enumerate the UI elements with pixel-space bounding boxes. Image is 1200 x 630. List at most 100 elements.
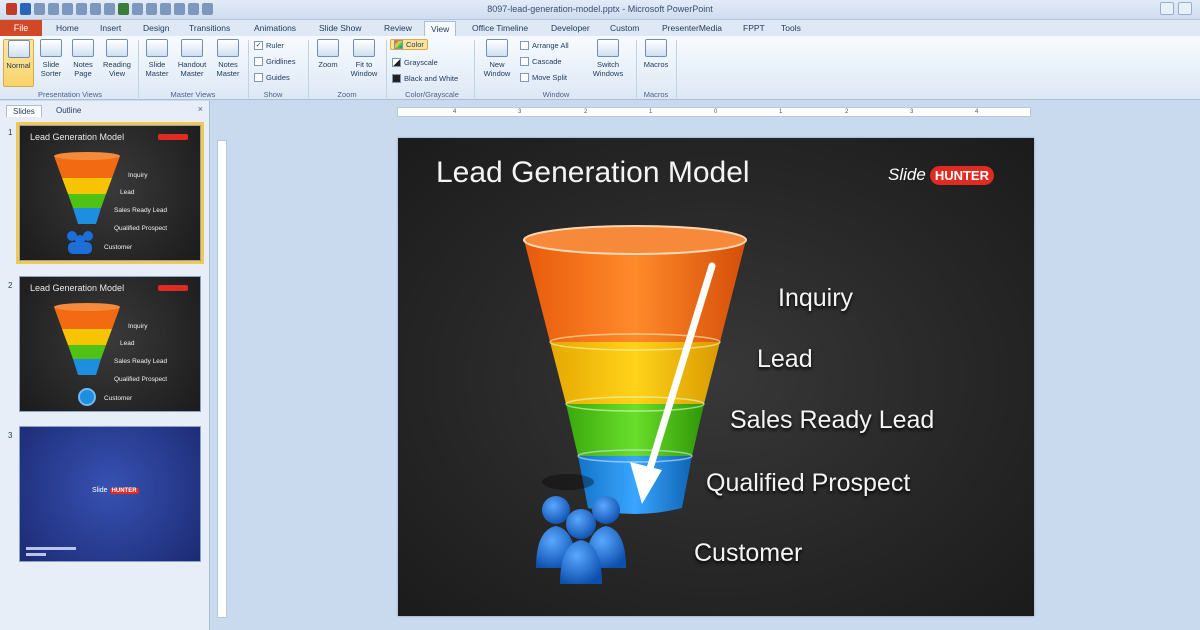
slide-number: 1 bbox=[8, 128, 13, 137]
check-icon: ✓ bbox=[254, 41, 263, 50]
minimize-button[interactable] bbox=[1160, 2, 1174, 15]
slide-thumbnail-3[interactable]: Slide HUNTER bbox=[19, 426, 201, 562]
gridlines-checkbox[interactable]: Gridlines bbox=[254, 57, 296, 66]
funnel-label-customer[interactable]: Customer bbox=[694, 539, 802, 568]
macros-button[interactable]: Macros bbox=[640, 39, 672, 69]
slide-number: 3 bbox=[8, 431, 13, 440]
slide-master-button[interactable]: Slide Master bbox=[142, 39, 172, 78]
ruler-checkbox[interactable]: ✓ Ruler bbox=[254, 41, 284, 50]
funnel-thumbnail-icon bbox=[54, 303, 120, 406]
tab-view[interactable]: View bbox=[424, 21, 457, 36]
ribbon: Normal Slide Sorter Notes Page Reading V… bbox=[0, 36, 1200, 100]
ribbon-tab-bar: File Home Insert Design Transitions Anim… bbox=[0, 20, 1200, 36]
fit-to-window-button[interactable]: Fit to Window bbox=[346, 39, 382, 78]
group-separator bbox=[138, 40, 139, 98]
fit-to-window-icon bbox=[353, 39, 375, 57]
thumbnail-title: Lead Generation Model bbox=[30, 132, 125, 142]
slide-sorter-icon bbox=[40, 39, 62, 57]
slide-canvas[interactable]: Lead Generation Model Slide HUNTER Inqui… bbox=[398, 138, 1034, 616]
funnel-thumbnail-icon bbox=[54, 152, 120, 254]
notes-master-button[interactable]: Notes Master bbox=[212, 39, 244, 78]
ruler-number: 2 bbox=[845, 109, 849, 115]
ruler-number: 0 bbox=[714, 109, 718, 115]
normal-view-icon bbox=[7, 40, 30, 58]
file-tab[interactable]: File bbox=[0, 20, 42, 36]
funnel-segment-lead bbox=[550, 342, 720, 404]
tab-slides[interactable]: Slides bbox=[6, 105, 42, 117]
slide-thumbnail-2[interactable]: Lead Generation Model Inquiry Lead Sales… bbox=[19, 276, 201, 412]
ruler-number: 3 bbox=[518, 109, 522, 115]
color-swatch-icon bbox=[394, 40, 403, 49]
color-button[interactable]: Color bbox=[390, 39, 428, 50]
tab-custom[interactable]: Custom bbox=[610, 22, 639, 36]
tab-presentermedia[interactable]: PresenterMedia bbox=[662, 22, 722, 36]
reading-view-icon bbox=[106, 39, 128, 57]
slide-master-icon bbox=[146, 39, 168, 57]
tab-outline[interactable]: Outline bbox=[50, 105, 87, 116]
funnel-segment-inquiry bbox=[524, 240, 746, 342]
checkbox-icon bbox=[254, 57, 263, 66]
close-panel-icon[interactable]: × bbox=[198, 104, 203, 114]
funnel-label-inquiry[interactable]: Inquiry bbox=[778, 284, 853, 313]
move-split-icon bbox=[520, 73, 529, 82]
funnel-segment-sales-ready bbox=[566, 404, 704, 456]
group-separator bbox=[308, 40, 309, 98]
thumbnail-label: Inquiry bbox=[128, 172, 148, 179]
black-and-white-button[interactable]: Black and White bbox=[392, 74, 458, 83]
tab-insert[interactable]: Insert bbox=[100, 22, 121, 36]
funnel-label-lead[interactable]: Lead bbox=[757, 345, 813, 374]
group-window: Window bbox=[542, 90, 570, 99]
tab-fppt[interactable]: FPPT bbox=[743, 22, 765, 36]
switch-windows-icon bbox=[597, 39, 619, 57]
window-title: 8097-lead-generation-model.pptx - Micros… bbox=[487, 4, 713, 14]
reading-view-button[interactable]: Reading View bbox=[100, 39, 134, 78]
black-and-white-icon bbox=[392, 74, 401, 83]
handout-master-button[interactable]: Handout Master bbox=[174, 39, 210, 78]
normal-view-button[interactable]: Normal bbox=[3, 39, 34, 87]
slide-sorter-button[interactable]: Slide Sorter bbox=[36, 39, 66, 78]
funnel-label-sales-ready-lead[interactable]: Sales Ready Lead bbox=[730, 406, 934, 435]
guides-checkbox[interactable]: Guides bbox=[254, 73, 290, 82]
new-window-button[interactable]: New Window bbox=[478, 39, 516, 78]
cascade-button[interactable]: Cascade bbox=[520, 57, 562, 66]
tab-home[interactable]: Home bbox=[56, 22, 79, 36]
tab-design[interactable]: Design bbox=[143, 22, 169, 36]
checkbox-icon bbox=[254, 73, 263, 82]
tab-office-timeline[interactable]: Office Timeline bbox=[472, 22, 528, 36]
arrange-all-icon bbox=[520, 41, 529, 50]
zoom-icon bbox=[317, 39, 339, 57]
slide-number: 2 bbox=[8, 281, 13, 290]
zoom-button[interactable]: Zoom bbox=[312, 39, 344, 69]
group-macros: Macros bbox=[643, 90, 669, 99]
tab-review[interactable]: Review bbox=[384, 22, 412, 36]
tab-transitions[interactable]: Transitions bbox=[189, 22, 230, 36]
slide-thumbnail-1[interactable]: Lead Generation Model Inquiry Lead Sales… bbox=[16, 122, 204, 264]
window-controls bbox=[1160, 2, 1192, 15]
tab-slide-show[interactable]: Slide Show bbox=[319, 22, 362, 36]
funnel-label-qualified-prospect[interactable]: Qualified Prospect bbox=[706, 469, 910, 498]
group-separator bbox=[676, 40, 677, 98]
title-bar: 8097-lead-generation-model.pptx - Micros… bbox=[0, 0, 1200, 20]
move-split-button[interactable]: Move Split bbox=[520, 73, 567, 82]
ruler-number: 4 bbox=[975, 109, 979, 115]
tab-animations[interactable]: Animations bbox=[254, 22, 296, 36]
thumbnail-label: Inquiry bbox=[128, 323, 148, 330]
slide-title[interactable]: Lead Generation Model bbox=[436, 156, 750, 190]
notes-page-button[interactable]: Notes Page bbox=[68, 39, 98, 78]
tab-tools[interactable]: Tools bbox=[781, 22, 801, 36]
thumbnail-logo: Slide HUNTER bbox=[92, 487, 139, 494]
group-separator bbox=[248, 40, 249, 98]
arrange-all-button[interactable]: Arrange All bbox=[520, 41, 569, 50]
switch-windows-button[interactable]: Switch Windows bbox=[584, 39, 632, 78]
vertical-ruler[interactable] bbox=[217, 140, 227, 618]
thumbnail-label: Lead bbox=[120, 340, 135, 347]
restore-button[interactable] bbox=[1178, 2, 1192, 15]
thumbnail-label: Customer bbox=[104, 244, 133, 251]
group-show: Show bbox=[263, 90, 283, 99]
group-zoom: Zoom bbox=[337, 90, 357, 99]
tab-developer[interactable]: Developer bbox=[551, 22, 590, 36]
funnel-graphic[interactable] bbox=[508, 218, 768, 588]
horizontal-ruler[interactable]: 4 3 2 1 0 1 2 3 4 bbox=[397, 107, 1031, 117]
footer-text-line bbox=[26, 547, 76, 550]
grayscale-button[interactable]: Grayscale bbox=[392, 58, 438, 67]
